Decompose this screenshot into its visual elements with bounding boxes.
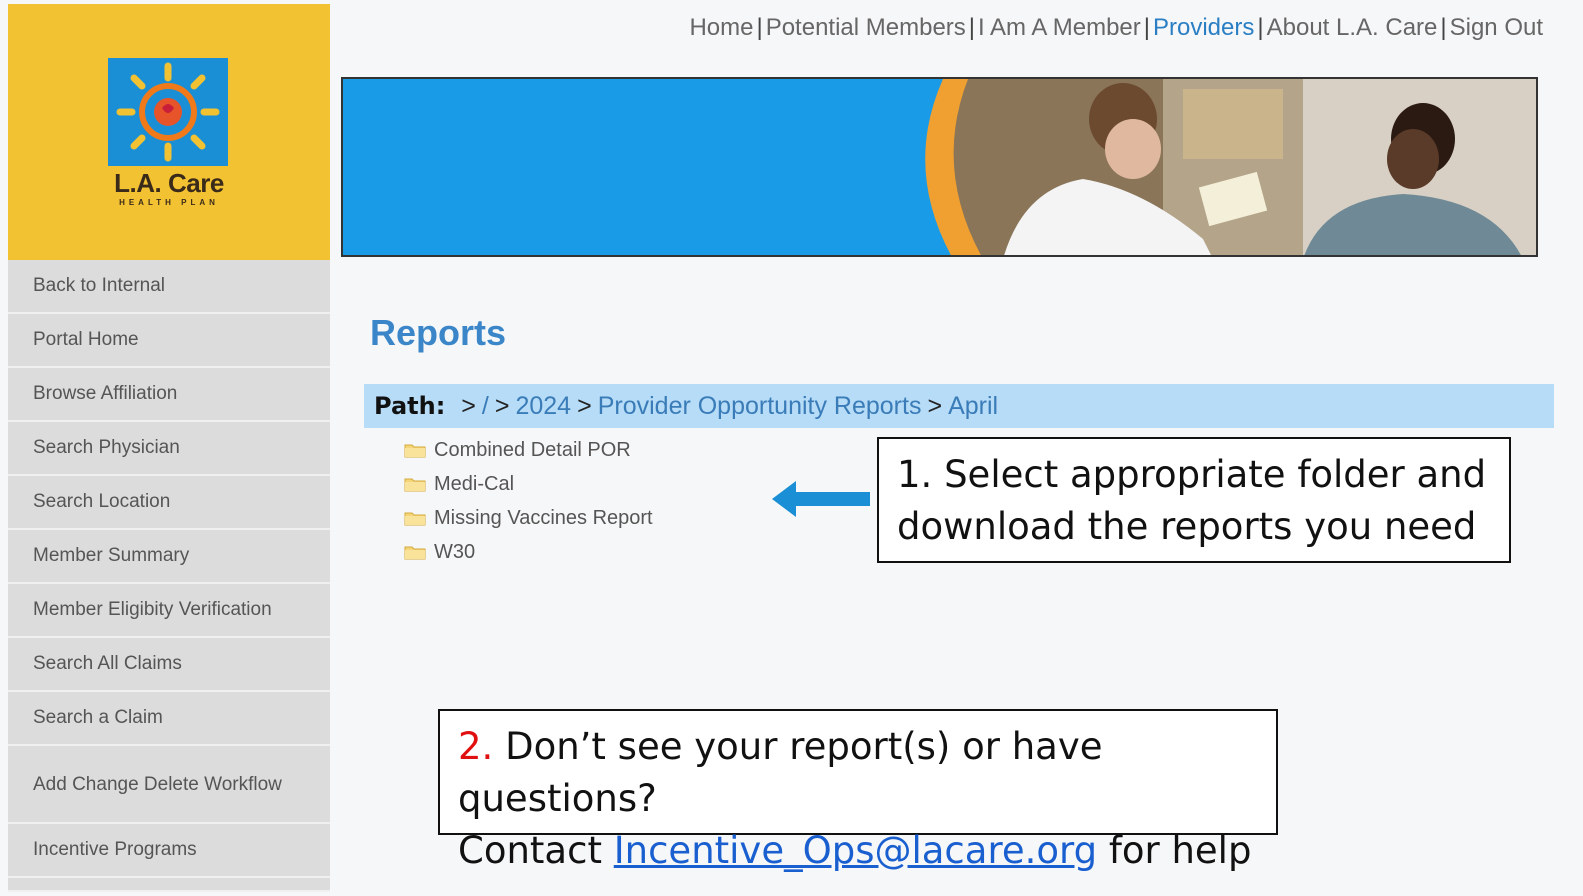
- breadcrumb-separator: >: [461, 391, 476, 420]
- sidebar-item-search-a-claim[interactable]: Search a Claim: [8, 692, 330, 746]
- sidebar-menu: Back to Internal Portal Home Browse Affi…: [8, 260, 330, 892]
- nav-about[interactable]: About L.A. Care: [1267, 14, 1438, 41]
- breadcrumb-year[interactable]: 2024: [515, 392, 571, 421]
- sidebar-item-member-summary[interactable]: Member Summary: [8, 530, 330, 584]
- callout-line: Don’t see your report(s) or have questio…: [458, 725, 1103, 820]
- left-arrow-icon: [772, 481, 870, 517]
- nav-separator: |: [756, 14, 763, 41]
- sidebar-item-browse-affiliation[interactable]: Browse Affiliation: [8, 368, 330, 422]
- path-label: Path:: [374, 392, 446, 420]
- nav-i-am-a-member[interactable]: I Am A Member: [978, 14, 1141, 41]
- logo-panel: L.A. Care HEALTH PLAN: [8, 4, 330, 260]
- instruction-callout-contact: 2. Don’t see your report(s) or have ques…: [438, 709, 1278, 872]
- folder-item-combined-detail-por[interactable]: Combined Detail POR: [404, 433, 653, 467]
- callout-step-number: 2.: [458, 725, 494, 768]
- sidebar-item-add-change-delete-workflow[interactable]: Add Change Delete Workflow: [8, 746, 330, 824]
- la-care-logo-icon: [108, 58, 228, 166]
- sidebar-item-back-to-internal[interactable]: Back to Internal: [8, 260, 330, 314]
- page-title: Reports: [370, 312, 507, 353]
- callout-line: 1. Select appropriate folder and: [897, 453, 1487, 496]
- contact-prefix: Contact: [458, 829, 614, 872]
- sidebar-item-next[interactable]: [8, 878, 330, 892]
- folder-label: W30: [434, 540, 476, 563]
- contact-email-link[interactable]: Incentive_Ops@lacare.org: [614, 829, 1097, 872]
- nav-potential-members[interactable]: Potential Members: [766, 14, 966, 41]
- sidebar-item-portal-home[interactable]: Portal Home: [8, 314, 330, 368]
- folder-item-missing-vaccines-report[interactable]: Missing Vaccines Report: [404, 501, 653, 535]
- nav-separator: |: [1257, 14, 1264, 41]
- logo-subtitle: HEALTH PLAN: [119, 198, 219, 207]
- folder-list: Combined Detail POR Medi-Cal Missing Vac…: [404, 433, 653, 569]
- breadcrumb-separator: >: [494, 391, 510, 420]
- folder-icon: [404, 512, 426, 526]
- logo-wordmark: L.A. Care: [114, 168, 224, 198]
- sidebar-item-search-all-claims[interactable]: Search All Claims: [8, 638, 330, 692]
- top-navigation: Home | Potential Members | I Am A Member | Pro…: [689, 14, 1543, 42]
- contact-suffix: for help: [1097, 829, 1252, 872]
- breadcrumb-month[interactable]: April: [948, 392, 998, 421]
- nav-separator: |: [1143, 14, 1150, 41]
- folder-icon: [404, 478, 426, 492]
- header-banner-image: [341, 77, 1538, 257]
- sidebar-item-search-location[interactable]: Search Location: [8, 476, 330, 530]
- nav-home[interactable]: Home: [689, 14, 753, 41]
- sidebar-item-incentive-programs[interactable]: Incentive Programs: [8, 824, 330, 878]
- breadcrumb: Path: > / > 2024 > Provider Opportunity …: [364, 384, 1554, 428]
- folder-label: Missing Vaccines Report: [434, 506, 653, 529]
- sidebar-item-member-eligibility-verification[interactable]: Member Eligibity Verification: [8, 584, 330, 638]
- folder-label: Combined Detail POR: [434, 438, 631, 461]
- breadcrumb-separator: >: [577, 391, 592, 420]
- folder-label: Medi-Cal: [434, 472, 515, 495]
- breadcrumb-separator: >: [927, 391, 943, 420]
- breadcrumb-provider-opportunity-reports[interactable]: Provider Opportunity Reports: [598, 392, 922, 421]
- instruction-callout-select-folder: 1. Select appropriate folder and downloa…: [877, 437, 1511, 563]
- nav-separator: |: [968, 14, 976, 41]
- nav-sign-out[interactable]: Sign Out: [1450, 14, 1543, 41]
- folder-item-medi-cal[interactable]: Medi-Cal: [404, 467, 653, 501]
- folder-item-w30[interactable]: W30: [404, 535, 653, 569]
- folder-icon: [404, 546, 426, 560]
- nav-separator: |: [1440, 14, 1447, 41]
- nav-providers[interactable]: Providers: [1153, 14, 1254, 41]
- folder-icon: [404, 444, 426, 458]
- breadcrumb-root[interactable]: /: [482, 392, 489, 421]
- callout-line: download the reports you need: [897, 505, 1477, 548]
- sidebar-item-search-physician[interactable]: Search Physician: [8, 422, 330, 476]
